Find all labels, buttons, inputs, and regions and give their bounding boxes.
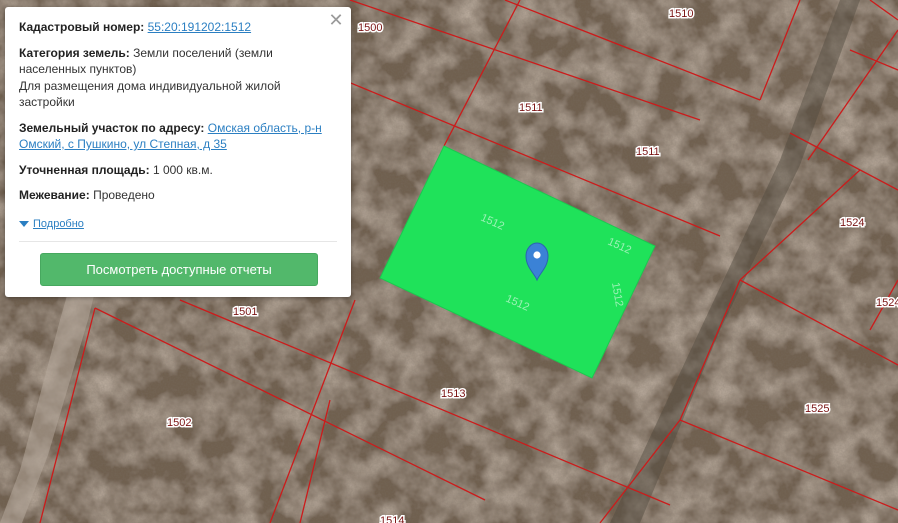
address-row: Земельный участок по адресу: Омская обла… <box>19 120 337 153</box>
details-link[interactable]: Подробно <box>33 216 84 233</box>
parcel-info-popup: ✕ Кадастровый номер: 55:20:191202:1512 К… <box>5 7 351 297</box>
triangle-down-icon <box>19 220 29 227</box>
view-reports-button[interactable]: Посмотреть доступные отчеты <box>40 253 318 286</box>
cadastral-number-row: Кадастровый номер: 55:20:191202:1512 <box>19 19 337 36</box>
parcel-number[interactable]: 1502 <box>166 416 193 431</box>
survey-row: Межевание: Проведено <box>19 187 337 204</box>
details-toggle[interactable]: Подробно <box>19 216 84 233</box>
parcel-number[interactable]: 1514 <box>379 514 406 523</box>
area-row: Уточненная площадь: 1 000 кв.м. <box>19 162 337 179</box>
parcel-number[interactable]: 1511 <box>635 145 662 160</box>
land-usage-value: Для размещения дома индивидуальной жилой… <box>19 78 281 110</box>
parcel-number[interactable]: 1513 <box>440 387 467 402</box>
parcel-number[interactable]: 1525 <box>804 402 831 417</box>
parcel-number[interactable]: 1524 <box>875 296 898 311</box>
parcel-number[interactable]: 1501 <box>232 305 259 320</box>
divider <box>19 241 337 242</box>
parcel-number[interactable]: 1524 <box>839 216 866 231</box>
land-category-row: Категория земель: Земли поселений (земли… <box>19 45 337 111</box>
cadastral-number-link[interactable]: 55:20:191202:1512 <box>148 20 251 34</box>
parcel-number[interactable]: 1500 <box>357 21 384 36</box>
land-category-label: Категория земель: <box>19 45 130 60</box>
area-value: 1 000 кв.м. <box>152 162 213 177</box>
address-label: Земельный участок по адресу: <box>19 120 205 135</box>
survey-value: Проведено <box>93 188 155 202</box>
cadastral-number-label: Кадастровый номер: <box>19 20 145 34</box>
survey-label: Межевание: <box>19 188 90 202</box>
parcel-number[interactable]: 1510 <box>668 7 695 22</box>
parcel-number[interactable]: 1511 <box>518 101 545 116</box>
close-icon[interactable]: ✕ <box>327 11 345 29</box>
area-label: Уточненная площадь: <box>19 162 150 177</box>
